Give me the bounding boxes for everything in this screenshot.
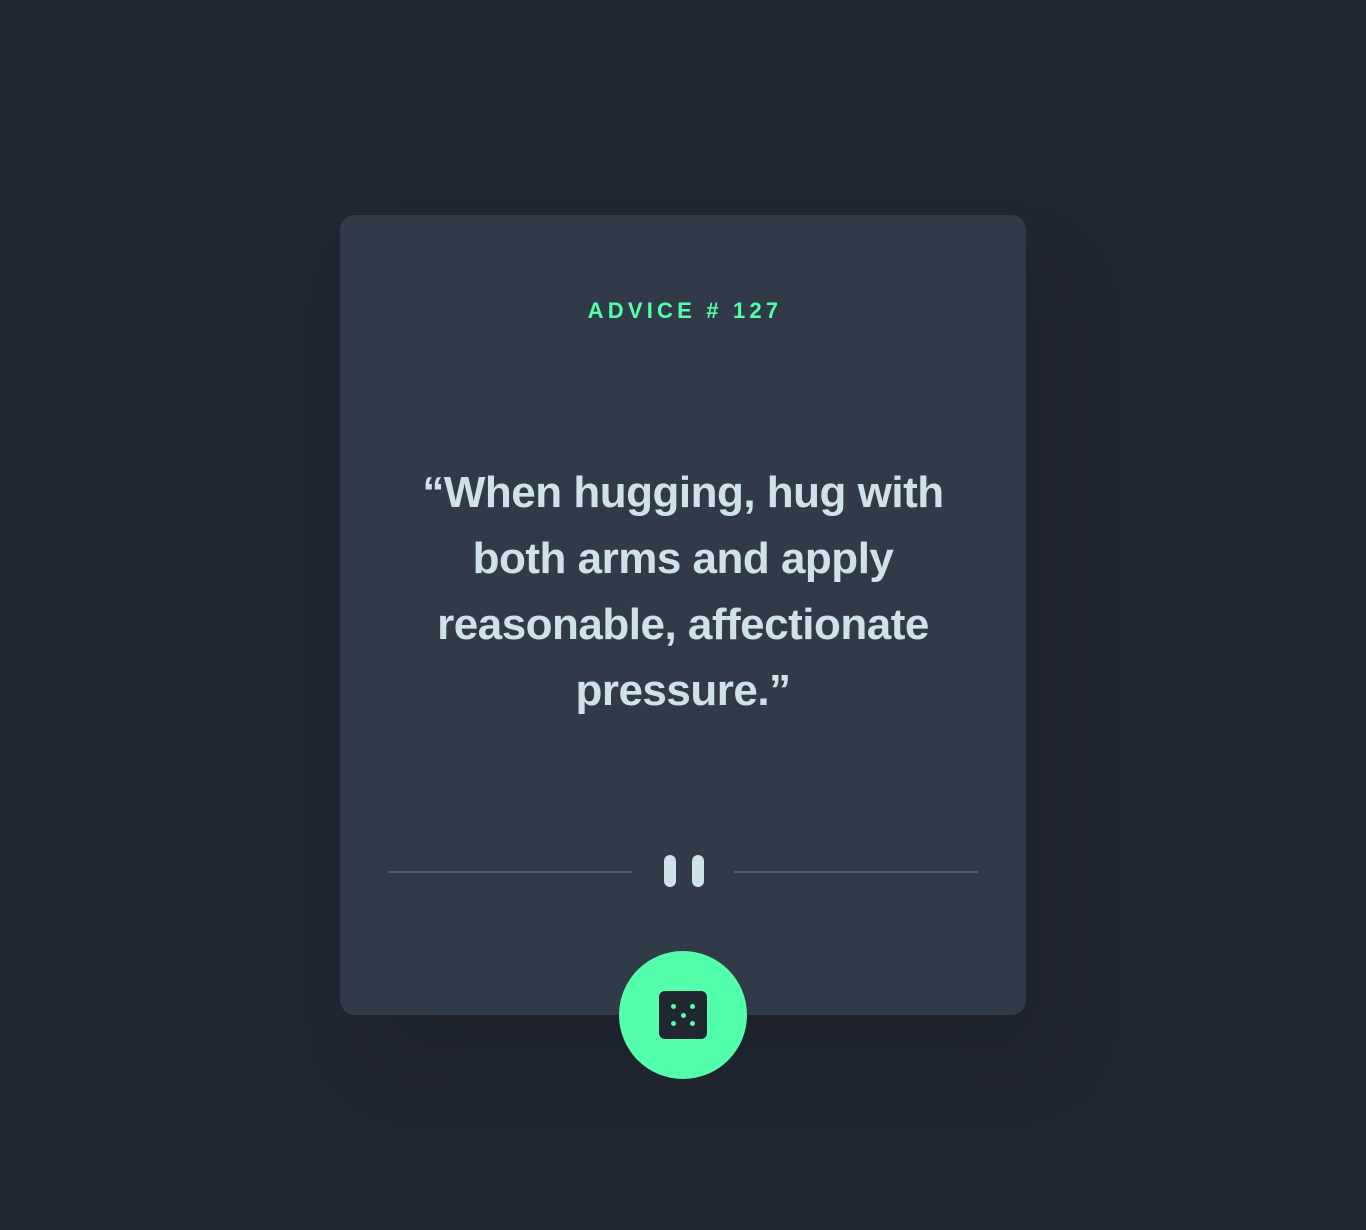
advice-card: ADVICE # 127 “When hugging, hug with bot…: [340, 215, 1026, 1079]
pattern-divider: [388, 855, 978, 889]
divider-line-left: [388, 871, 632, 873]
advice-quote: “When hugging, hug with both arms and ap…: [422, 468, 944, 715]
pause-icon: [664, 855, 704, 887]
new-advice-button[interactable]: [619, 951, 747, 1079]
advice-id-label: ADVICE # 127: [587, 298, 783, 323]
dice-icon: [659, 991, 707, 1039]
divider-line-right: [734, 871, 978, 873]
